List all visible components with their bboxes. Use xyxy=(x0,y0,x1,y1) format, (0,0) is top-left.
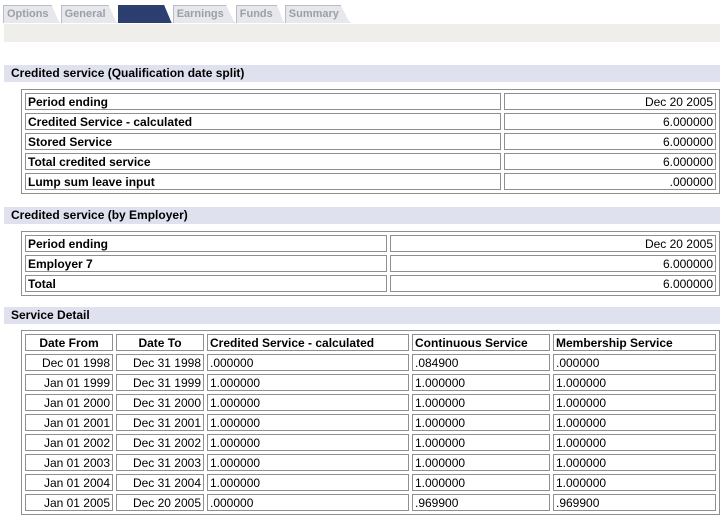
row-value: 6.000000 xyxy=(504,153,716,170)
membership-service-cell: .969900 xyxy=(553,494,716,511)
row-label: Credited Service - calculated xyxy=(25,113,501,130)
table-row: Dec 01 1998 Dec 31 1998.000000.084900.000… xyxy=(25,354,716,371)
date-from-cell: Dec 01 1998 xyxy=(25,354,113,371)
row-label: Total credited service xyxy=(25,153,501,170)
membership-service-cell: 1.000000 xyxy=(553,394,716,411)
service-detail-body: Dec 01 1998 Dec 31 1998.000000.084900.000… xyxy=(25,354,716,511)
col-header-continuous-service: Continuous Service xyxy=(412,334,550,351)
employer-table: Period ending Dec 20 2005 Employer 7 6.000… xyxy=(21,231,720,296)
table-row: Period ending Dec 20 2005 xyxy=(25,235,716,252)
continuous-service-cell: 1.000000 xyxy=(412,454,550,471)
tab-funds[interactable]: Funds xyxy=(235,5,284,23)
table-row: Credited Service - calculated 6.000000 xyxy=(25,113,716,130)
table-row: Jan 01 2004 Dec 31 2004 1.000000 1.000000 1.… xyxy=(25,474,716,491)
toolbar-strip xyxy=(4,24,720,42)
date-to-cell: Dec 31 1999 xyxy=(116,374,204,391)
membership-service-cell: 1.000000 xyxy=(553,414,716,431)
table-row: Period ending Dec 20 2005 xyxy=(25,93,716,110)
table-row: Employer 7 6.000000 xyxy=(25,255,716,272)
tab-options[interactable]: Options xyxy=(3,5,60,23)
credited-service-cell: 1.000000 xyxy=(207,474,409,491)
row-value: .000000 xyxy=(504,173,716,190)
table-row: Jan 01 2000 Dec 31 2000 1.000000 1.000000 1.… xyxy=(25,394,716,411)
col-header-credited-service: Credited Service - calculated xyxy=(207,334,409,351)
table-row: Jan 01 2005 Dec 20 2005.000000.969900.969… xyxy=(25,494,716,511)
continuous-service-cell: 1.000000 xyxy=(412,434,550,451)
credited-service-cell: 1.000000 xyxy=(207,374,409,391)
credited-service-cell: 1.000000 xyxy=(207,434,409,451)
credited-service-cell: 1.000000 xyxy=(207,394,409,411)
table-row: Lump sum leave input .000000 xyxy=(25,173,716,190)
continuous-service-cell: .084900 xyxy=(412,354,550,371)
date-from-cell: Jan 01 2005 xyxy=(25,494,113,511)
row-label: Period ending xyxy=(25,235,387,252)
credited-service-cell: .000000 xyxy=(207,494,409,511)
date-from-cell: Jan 01 2002 xyxy=(25,434,113,451)
date-from-cell: Jan 01 2004 xyxy=(25,474,113,491)
continuous-service-cell: 1.000000 xyxy=(412,394,550,411)
row-label: Lump sum leave input xyxy=(25,173,501,190)
table-row: Stored Service 6.000000 xyxy=(25,133,716,150)
table-header-row: Date From Date To Credited Service - cal… xyxy=(25,334,716,351)
continuous-service-cell: 1.000000 xyxy=(412,374,550,391)
tab-general[interactable]: General xyxy=(60,5,117,23)
date-to-cell: Dec 31 2004 xyxy=(116,474,204,491)
tab-bar: Options General Service Earnings Funds S… xyxy=(3,5,351,23)
membership-service-cell: 1.000000 xyxy=(553,454,716,471)
date-to-cell: Dec 31 2000 xyxy=(116,394,204,411)
table-row: Total 6.000000 xyxy=(25,275,716,292)
date-to-cell: Dec 20 2005 xyxy=(116,494,204,511)
row-label: Stored Service xyxy=(25,133,501,150)
date-from-cell: Jan 01 1999 xyxy=(25,374,113,391)
credited-service-cell: 1.000000 xyxy=(207,454,409,471)
qualification-table: Period ending Dec 20 2005 Credited Servic… xyxy=(21,89,720,194)
membership-service-cell: 1.000000 xyxy=(553,374,716,391)
col-header-membership-service: Membership Service xyxy=(553,334,716,351)
continuous-service-cell: 1.000000 xyxy=(412,414,550,431)
row-value: 6.000000 xyxy=(504,113,716,130)
row-value: 6.000000 xyxy=(504,133,716,150)
row-value: Dec 20 2005 xyxy=(504,93,716,110)
continuous-service-cell: 1.000000 xyxy=(412,474,550,491)
table-row: Jan 01 2001 Dec 31 2001 1.000000 1.000000 1.… xyxy=(25,414,716,431)
continuous-service-cell: .969900 xyxy=(412,494,550,511)
table-row: Jan 01 1999 Dec 31 1999 1.000000 1.000000 1.… xyxy=(25,374,716,391)
section-header-qualification: Credited service (Qualification date spl… xyxy=(4,65,720,82)
tab-earnings[interactable]: Earnings xyxy=(172,5,235,23)
table-row: Total credited service 6.000000 xyxy=(25,153,716,170)
date-to-cell: Dec 31 2003 xyxy=(116,454,204,471)
table-row: Jan 01 2002 Dec 31 2002 1.000000 1.000000 1.… xyxy=(25,434,716,451)
date-to-cell: Dec 31 1998 xyxy=(116,354,204,371)
row-value: 6.000000 xyxy=(390,255,716,272)
tab-summary[interactable]: Summary xyxy=(284,5,350,23)
date-to-cell: Dec 31 2001 xyxy=(116,414,204,431)
service-detail-table: Date From Date To Credited Service - cal… xyxy=(21,330,720,515)
row-value: 6.000000 xyxy=(390,275,716,292)
credited-service-cell: .000000 xyxy=(207,354,409,371)
row-label: Employer 7 xyxy=(25,255,387,272)
membership-service-cell: 1.000000 xyxy=(553,474,716,491)
date-to-cell: Dec 31 2002 xyxy=(116,434,204,451)
membership-service-cell: 1.000000 xyxy=(553,434,716,451)
col-header-date-to: Date To xyxy=(116,334,204,351)
credited-service-cell: 1.000000 xyxy=(207,414,409,431)
table-row: Jan 01 2003 Dec 31 2003 1.000000 1.000000 1.… xyxy=(25,454,716,471)
row-value: Dec 20 2005 xyxy=(390,235,716,252)
row-label: Total xyxy=(25,275,387,292)
section-header-employer: Credited service (by Employer) xyxy=(4,207,720,224)
date-from-cell: Jan 01 2003 xyxy=(25,454,113,471)
row-label: Period ending xyxy=(25,93,501,110)
section-header-service-detail: Service Detail xyxy=(4,307,720,324)
membership-service-cell: .000000 xyxy=(553,354,716,371)
col-header-date-from: Date From xyxy=(25,334,113,351)
date-from-cell: Jan 01 2001 xyxy=(25,414,113,431)
date-from-cell: Jan 01 2000 xyxy=(25,394,113,411)
tab-service[interactable]: Service xyxy=(117,5,172,23)
